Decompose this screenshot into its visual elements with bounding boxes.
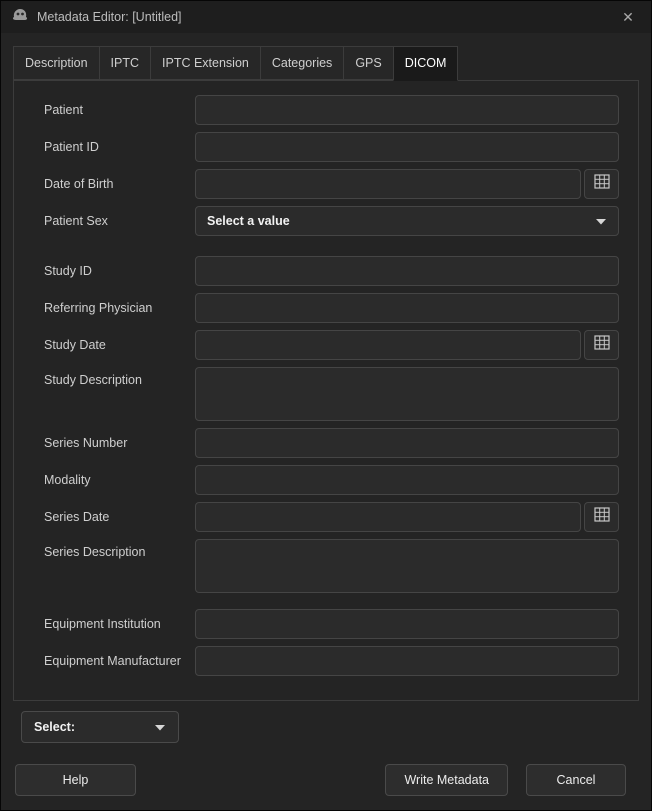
cancel-button[interactable]: Cancel [526, 764, 626, 796]
field-label: Referring Physician [32, 301, 195, 315]
field-label: Patient [32, 103, 195, 117]
help-button[interactable]: Help [15, 764, 136, 796]
field-label: Equipment Institution [32, 617, 195, 631]
chevron-down-icon [154, 718, 166, 736]
form-row: Modality [32, 465, 619, 495]
tab-description[interactable]: Description [13, 46, 100, 80]
metadata-editor-window: Metadata Editor: [Untitled] ✕ Descriptio… [0, 0, 652, 811]
field-label: Study Date [32, 338, 195, 352]
form-row: Series Description [32, 539, 619, 593]
patient-sex-value: Select a value [207, 214, 587, 228]
field-label: Series Description [32, 539, 195, 559]
equipment-manufacturer-input[interactable] [195, 646, 619, 676]
form-row: Study Description [32, 367, 619, 421]
select-combo[interactable]: Select: [21, 711, 179, 743]
series-date-calendar-button[interactable] [584, 502, 619, 532]
date-of-birth-calendar-button[interactable] [584, 169, 619, 199]
date-of-birth-input[interactable] [195, 169, 581, 199]
equipment-institution-input[interactable] [195, 609, 619, 639]
tab-iptc-extension[interactable]: IPTC Extension [150, 46, 261, 80]
study-date-calendar-button[interactable] [584, 330, 619, 360]
calendar-icon [594, 335, 610, 355]
study-description-textarea[interactable] [195, 367, 619, 421]
notebook: Description IPTC IPTC Extension Categori… [13, 46, 639, 701]
tab-categories[interactable]: Categories [260, 46, 344, 80]
field-label: Study ID [32, 264, 195, 278]
footer: Help Write Metadata Cancel [1, 764, 651, 796]
calendar-icon [594, 507, 610, 527]
form-row: Date of Birth [32, 169, 619, 199]
form-row: Patient [32, 95, 619, 125]
patient-input[interactable] [195, 95, 619, 125]
series-description-textarea[interactable] [195, 539, 619, 593]
form-row: Patient Sex Select a value [32, 206, 619, 236]
field-label: Date of Birth [32, 177, 195, 191]
title-bar: Metadata Editor: [Untitled] ✕ [1, 1, 651, 33]
dicom-tab-panel: Patient Patient ID Date of Birth [13, 80, 639, 701]
field-label: Modality [32, 473, 195, 487]
tab-gps[interactable]: GPS [343, 46, 393, 80]
patient-id-input[interactable] [195, 132, 619, 162]
close-icon: ✕ [622, 9, 634, 26]
series-number-input[interactable] [195, 428, 619, 458]
field-label: Series Number [32, 436, 195, 450]
field-label: Patient Sex [32, 214, 195, 228]
chevron-down-icon [595, 212, 607, 230]
write-metadata-button[interactable]: Write Metadata [385, 764, 508, 796]
form-row: Equipment Manufacturer [32, 646, 619, 676]
window-title: Metadata Editor: [Untitled] [37, 10, 609, 24]
app-icon [11, 8, 29, 27]
series-date-input[interactable] [195, 502, 581, 532]
field-label: Equipment Manufacturer [32, 654, 195, 668]
form-row: Referring Physician [32, 293, 619, 323]
field-label: Study Description [32, 367, 195, 387]
tab-strip: Description IPTC IPTC Extension Categori… [13, 46, 639, 80]
calendar-icon [594, 174, 610, 194]
form-row: Study Date [32, 330, 619, 360]
field-label: Patient ID [32, 140, 195, 154]
form-row: Patient ID [32, 132, 619, 162]
form-row: Series Date [32, 502, 619, 532]
study-id-input[interactable] [195, 256, 619, 286]
patient-sex-select[interactable]: Select a value [195, 206, 619, 236]
modality-input[interactable] [195, 465, 619, 495]
study-date-input[interactable] [195, 330, 581, 360]
tab-dicom[interactable]: DICOM [393, 46, 459, 81]
form-row: Series Number [32, 428, 619, 458]
form-row: Equipment Institution [32, 609, 619, 639]
select-combo-label: Select: [34, 720, 146, 734]
field-label: Series Date [32, 510, 195, 524]
referring-physician-input[interactable] [195, 293, 619, 323]
close-button[interactable]: ✕ [617, 6, 639, 28]
tab-iptc[interactable]: IPTC [99, 46, 151, 80]
form-row: Study ID [32, 256, 619, 286]
